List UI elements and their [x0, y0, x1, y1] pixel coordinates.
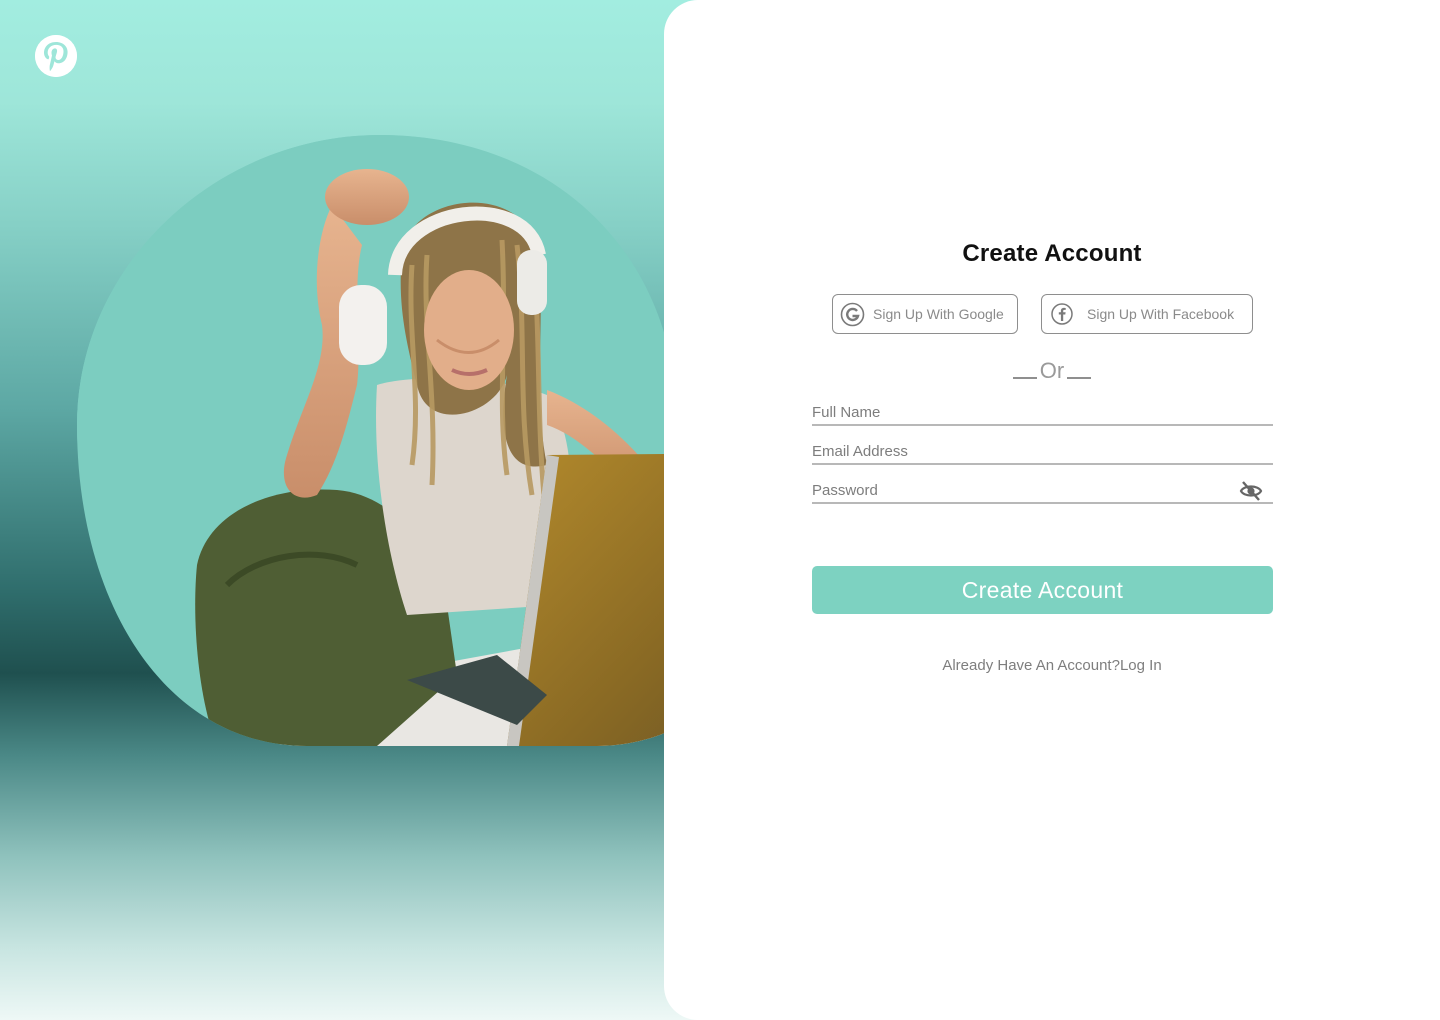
facebook-signup-button[interactable]: Sign Up With Facebook: [1041, 294, 1253, 334]
divider-line-right: [1067, 377, 1092, 379]
eye-off-icon[interactable]: [1239, 480, 1263, 502]
full-name-field-wrapper: [812, 400, 1273, 426]
or-divider: Or: [664, 358, 1440, 384]
hero-panel: [0, 0, 782, 1020]
divider-line-left: [1012, 377, 1037, 379]
signup-form-panel: Create Account Sign Up With Google Sign …: [664, 0, 1440, 1020]
password-input[interactable]: [812, 478, 1232, 502]
full-name-input[interactable]: [812, 400, 1273, 424]
form-title: Create Account: [962, 240, 1142, 267]
divider-text: Or: [1039, 358, 1065, 383]
google-icon: [840, 302, 865, 327]
login-link[interactable]: Log In: [1120, 657, 1162, 674]
facebook-icon: [1051, 303, 1073, 325]
google-signup-button[interactable]: Sign Up With Google: [832, 294, 1018, 334]
google-signup-label: Sign Up With Google: [873, 306, 1004, 322]
facebook-signup-label: Sign Up With Facebook: [1087, 306, 1235, 322]
create-account-button[interactable]: Create Account: [812, 566, 1273, 614]
email-field-wrapper: [812, 439, 1273, 465]
login-prompt-line: Already Have An Account?Log In: [664, 657, 1440, 674]
email-input[interactable]: [812, 439, 1273, 463]
pinterest-icon[interactable]: [35, 35, 77, 77]
password-field-wrapper: [812, 478, 1273, 504]
login-prompt-text: Already Have An Account?: [942, 657, 1120, 674]
